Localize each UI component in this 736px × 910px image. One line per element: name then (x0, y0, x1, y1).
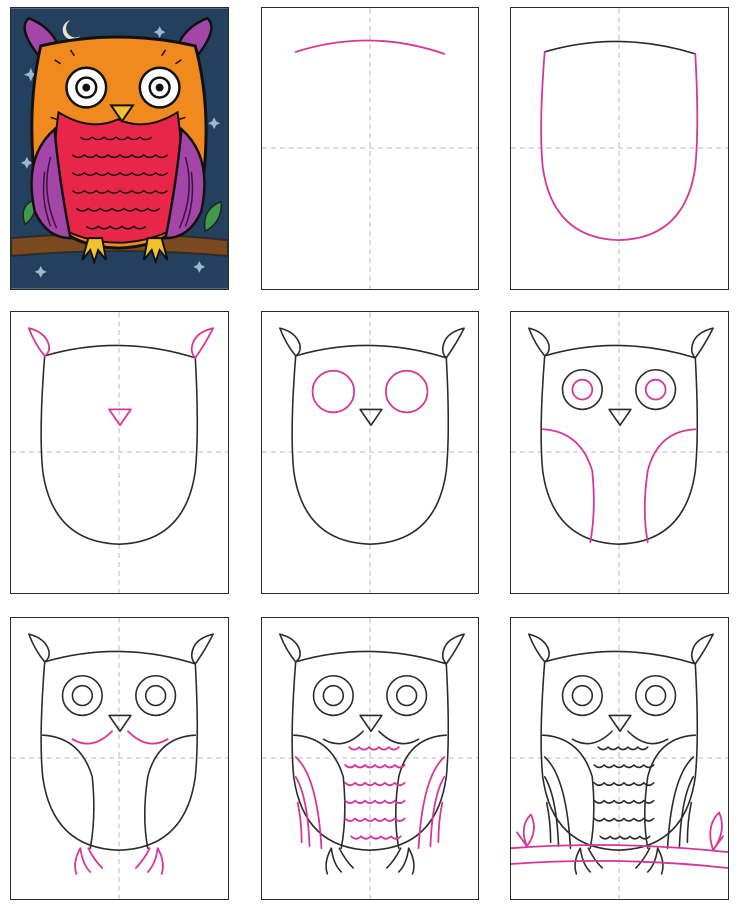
step-5-drawing (262, 312, 478, 593)
step-8-feathers-and-wing-lines (261, 617, 479, 900)
step-6-drawing (511, 312, 728, 593)
step-7-chest-and-feet (10, 617, 229, 900)
leaf-right-icon (709, 811, 724, 852)
step-2-top-arc (261, 7, 479, 290)
owl-painting-illustration (11, 8, 228, 289)
branch-bottom-line (511, 859, 728, 869)
step-6-pupils-and-wings (510, 311, 729, 594)
leaf-left-icon (516, 813, 535, 848)
step-8-drawing (262, 618, 478, 899)
step-4-ears-and-beak (10, 311, 229, 594)
step-4-drawing (11, 312, 228, 593)
step-2-drawing (262, 8, 478, 289)
step-7-drawing (11, 618, 228, 899)
step-9-branch-and-leaves (510, 617, 729, 900)
step-3-body-outline (510, 7, 729, 290)
step-1-finished-owl-painting (10, 7, 229, 290)
step-5-eye-circles (261, 311, 479, 594)
step-3-drawing (511, 8, 728, 289)
step-9-drawing (511, 618, 728, 899)
